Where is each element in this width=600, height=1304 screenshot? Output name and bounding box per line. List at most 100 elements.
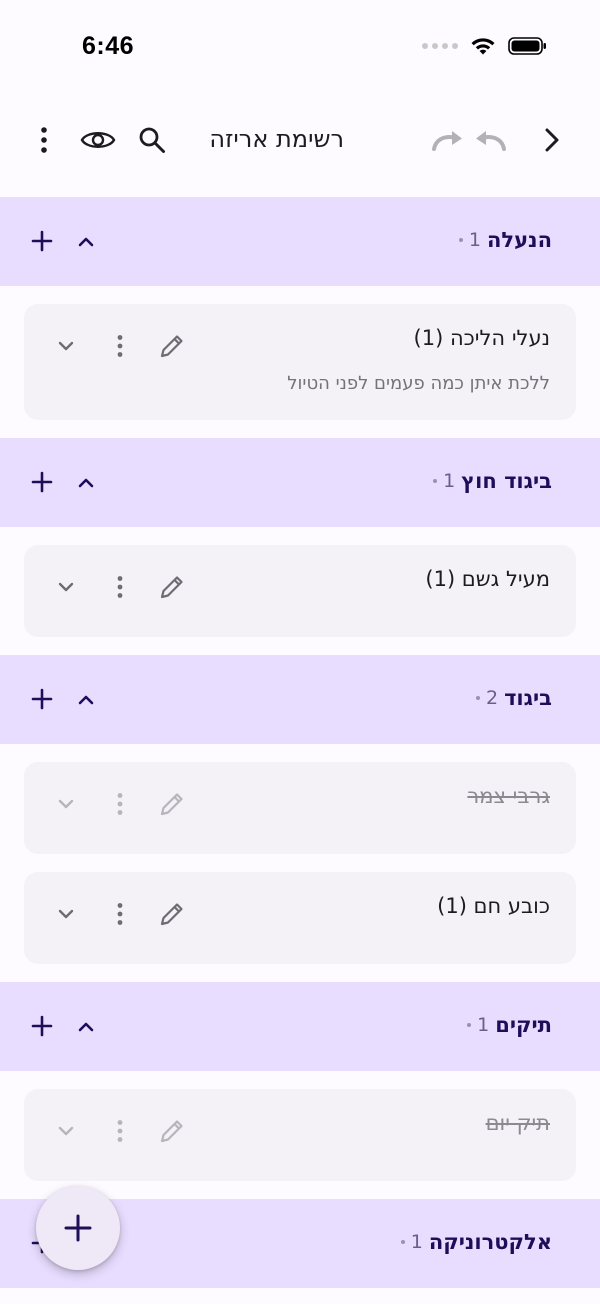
item-options-button[interactable] <box>98 324 142 368</box>
separator-dot <box>433 479 438 483</box>
collapse-category-button[interactable] <box>64 677 108 721</box>
category-label: אלקטרוניקה 1 <box>400 1230 552 1254</box>
collapse-category-button[interactable] <box>64 1004 108 1048</box>
wifi-icon <box>471 38 495 55</box>
category-count: 1 <box>477 1014 490 1036</box>
more-vert-icon <box>117 903 123 925</box>
expand-item-button[interactable] <box>44 324 88 368</box>
item-name: נעלי הליכה (1) <box>413 326 550 350</box>
chevron-up-icon <box>78 478 94 488</box>
pencil-icon <box>160 576 183 599</box>
category-items: גרבי צמר כובע חם (1) <box>0 744 600 964</box>
search-button[interactable] <box>128 116 176 164</box>
category-name: ביגוד חוץ <box>461 469 552 493</box>
category-name: אלקטרוניקה <box>428 1230 552 1254</box>
chevron-down-icon <box>58 799 74 809</box>
category-header[interactable]: ביגוד חוץ 1 <box>0 438 600 527</box>
status-time: 6:46 <box>82 32 135 60</box>
collapse-category-button[interactable] <box>64 460 108 504</box>
pencil-icon <box>160 1120 183 1143</box>
item-name: גרבי צמר <box>467 784 550 808</box>
category-header[interactable]: ביגוד 2 <box>0 655 600 744</box>
item-options-button[interactable] <box>98 892 142 936</box>
expand-item-button[interactable] <box>44 565 88 609</box>
item-options-button[interactable] <box>98 565 142 609</box>
expand-item-button[interactable] <box>44 1109 88 1153</box>
category-count: 1 <box>410 1231 423 1253</box>
category-items: נעלי הליכה (1) ללכת איתן כמה פעמים לפני ה… <box>0 286 600 420</box>
redo-button[interactable] <box>424 116 472 164</box>
category-count: 1 <box>468 229 481 251</box>
chevron-down-icon <box>58 909 74 919</box>
expand-item-button[interactable] <box>44 892 88 936</box>
page-title: רשימת אריזה <box>209 125 344 153</box>
more-options-button[interactable] <box>20 116 68 164</box>
category-label: ביגוד חוץ 1 <box>433 469 552 493</box>
back-button[interactable] <box>528 116 576 164</box>
undo-icon <box>476 131 506 151</box>
chevron-right-icon <box>545 128 559 152</box>
category-count: 1 <box>443 470 456 492</box>
battery-icon <box>508 37 546 55</box>
plus-icon <box>64 1214 92 1242</box>
more-vert-icon <box>117 576 123 598</box>
pencil-icon <box>160 793 183 816</box>
category-name: תיקים <box>495 1013 552 1037</box>
plus-icon <box>31 1015 53 1037</box>
list-item[interactable]: תיק יום <box>24 1089 576 1181</box>
chevron-up-icon <box>78 237 94 247</box>
category-name: הנעלה <box>486 228 552 252</box>
category-label: הנעלה 1 <box>458 228 552 252</box>
add-to-category-button[interactable] <box>20 219 64 263</box>
pencil-icon <box>160 335 183 358</box>
separator-dot <box>400 1240 405 1244</box>
item-note: ללכת איתן כמה פעמים לפני הטיול <box>287 373 550 394</box>
edit-item-button[interactable] <box>150 324 194 368</box>
separator-dot <box>458 238 463 242</box>
category-header[interactable]: הנעלה 1 <box>0 197 600 286</box>
category-items: מעיל גשם (1) <box>0 527 600 637</box>
list-item[interactable]: נעלי הליכה (1) ללכת איתן כמה פעמים לפני ה… <box>24 304 576 420</box>
add-to-category-button[interactable] <box>20 460 64 504</box>
chevron-up-icon <box>78 1022 94 1032</box>
add-item-fab[interactable] <box>36 1186 120 1270</box>
edit-item-button[interactable] <box>150 565 194 609</box>
search-icon <box>139 127 165 153</box>
more-vert-icon <box>117 335 123 357</box>
chevron-down-icon <box>58 341 74 351</box>
redo-icon <box>432 131 462 151</box>
add-to-category-button[interactable] <box>20 1004 64 1048</box>
item-options-button[interactable] <box>98 1109 142 1153</box>
list-item[interactable]: מעיל גשם (1) <box>24 545 576 637</box>
item-name: כובע חם (1) <box>437 894 550 918</box>
edit-item-button[interactable] <box>150 782 194 826</box>
plus-icon <box>31 471 53 493</box>
list-item[interactable]: כובע חם (1) <box>24 872 576 964</box>
cellular-signal-icon <box>422 43 458 49</box>
plus-icon <box>31 230 53 252</box>
category-items: תיק יום <box>0 1071 600 1181</box>
more-vert-icon <box>117 793 123 815</box>
more-vert-icon <box>41 127 47 153</box>
separator-dot <box>475 696 480 700</box>
preview-button[interactable] <box>74 116 122 164</box>
item-name: תיק יום <box>485 1111 550 1135</box>
category-label: ביגוד 2 <box>475 686 552 710</box>
category-header[interactable]: תיקים 1 <box>0 982 600 1071</box>
undo-button[interactable] <box>466 116 514 164</box>
edit-item-button[interactable] <box>150 892 194 936</box>
expand-item-button[interactable] <box>44 782 88 826</box>
pencil-icon <box>160 903 183 926</box>
edit-item-button[interactable] <box>150 1109 194 1153</box>
status-bar: 6:46 <box>0 0 600 96</box>
category-label: תיקים 1 <box>467 1013 552 1037</box>
list-item[interactable]: גרבי צמר <box>24 762 576 854</box>
top-app-bar: רשימת אריזה <box>0 108 600 172</box>
chevron-down-icon <box>58 1126 74 1136</box>
packing-list: הנעלה 1 נעלי הליכה (1) ללכת איתן כמה פעמים … <box>0 197 600 1288</box>
item-options-button[interactable] <box>98 782 142 826</box>
collapse-category-button[interactable] <box>64 219 108 263</box>
more-vert-icon <box>117 1120 123 1142</box>
category-name: ביגוד <box>504 686 552 710</box>
add-to-category-button[interactable] <box>20 677 64 721</box>
